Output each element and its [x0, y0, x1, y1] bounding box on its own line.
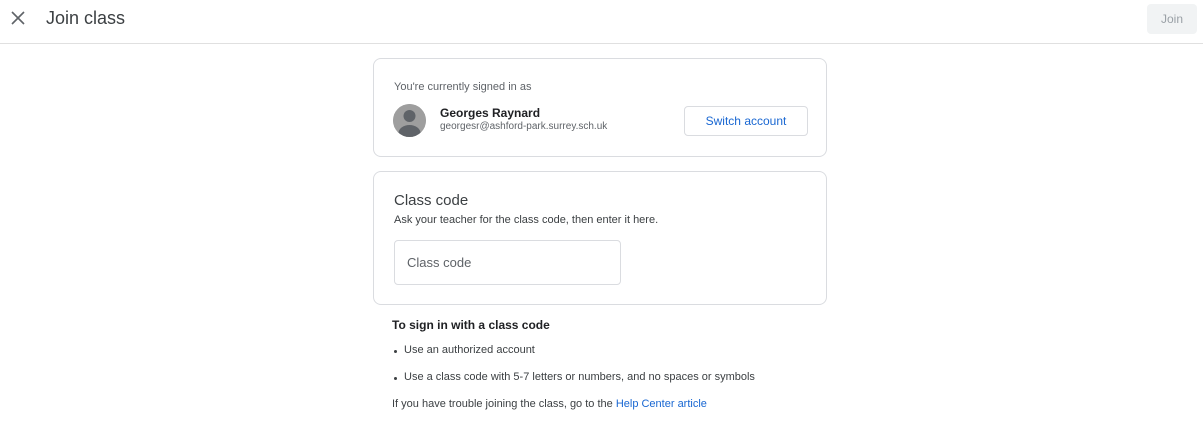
signed-in-label: You're currently signed in as — [394, 81, 532, 93]
class-code-input[interactable] — [394, 240, 621, 285]
class-code-description: Ask your teacher for the class code, the… — [394, 214, 659, 226]
switch-account-button[interactable]: Switch account — [684, 106, 808, 136]
help-trouble-prefix: If you have trouble joining the class, g… — [392, 398, 616, 410]
help-center-link[interactable]: Help Center article — [616, 398, 707, 410]
avatar — [393, 104, 426, 137]
help-list: Use an authorized account Use a class co… — [392, 344, 812, 386]
help-section: To sign in with a class code Use an auth… — [392, 318, 812, 410]
page-title: Join class — [46, 8, 126, 28]
close-button[interactable] — [6, 6, 30, 30]
help-trouble-text: If you have trouble joining the class, g… — [392, 398, 812, 410]
help-bullet: Use an authorized account — [392, 344, 812, 359]
close-icon — [11, 11, 25, 25]
default-avatar-icon — [393, 104, 426, 137]
top-bar: Join class Join — [0, 0, 1203, 44]
help-title: To sign in with a class code — [392, 318, 550, 332]
user-email: georgesr@ashford-park.surrey.sch.uk — [440, 121, 608, 132]
account-card: You're currently signed in as Georges Ra… — [373, 58, 827, 157]
join-button[interactable]: Join — [1147, 4, 1197, 34]
class-code-title: Class code — [394, 192, 469, 209]
class-code-card: Class code Ask your teacher for the clas… — [373, 171, 827, 305]
help-bullet: Use a class code with 5-7 letters or num… — [392, 371, 812, 386]
user-name: Georges Raynard — [440, 106, 541, 120]
